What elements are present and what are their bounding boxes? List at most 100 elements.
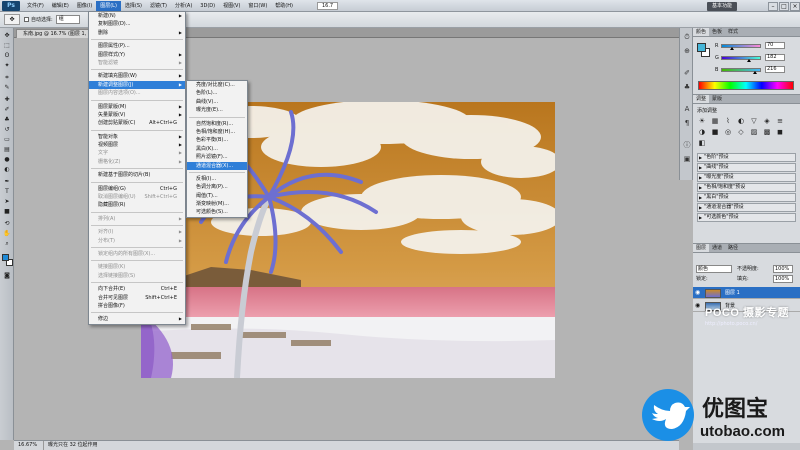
- move-tool-preset-icon[interactable]: ✥: [4, 14, 20, 25]
- navigator-panel-icon[interactable]: ⊕: [682, 46, 692, 56]
- eyedropper-tool-icon[interactable]: ✎: [2, 84, 12, 92]
- tab-masks[interactable]: 蒙版: [709, 95, 725, 103]
- adjustment-type-icon[interactable]: ☀: [697, 117, 707, 125]
- marquee-tool-icon[interactable]: ⬚: [2, 42, 12, 50]
- color-panel-foreground-swatch[interactable]: [697, 43, 706, 52]
- adjustment-menu-item[interactable]: 亮度/对比度(C)...: [187, 81, 247, 89]
- path-selection-tool-icon[interactable]: ➤: [2, 198, 12, 206]
- adjustment-type-icon[interactable]: ◐: [736, 117, 746, 125]
- red-slider-thumb[interactable]: [729, 47, 734, 50]
- adjustment-preset-item[interactable]: "色阶"预设: [697, 153, 796, 162]
- eraser-tool-icon[interactable]: ▭: [2, 136, 12, 144]
- gradient-tool-icon[interactable]: ▤: [2, 146, 12, 154]
- layer-menu-item[interactable]: 新建基于图层的切片(B): [89, 171, 185, 179]
- move-tool-icon[interactable]: ✥: [2, 32, 12, 40]
- menu-layer[interactable]: 图层(L): [96, 0, 121, 11]
- auto-select-checkbox[interactable]: [24, 17, 29, 22]
- history-panel-icon[interactable]: ⏱: [682, 32, 692, 42]
- dodge-tool-icon[interactable]: ◐: [2, 166, 12, 174]
- adjustment-menu-item[interactable]: 可选颜色(S)...: [187, 208, 247, 216]
- layer-menu-item[interactable]: 视频图层 ▶: [89, 141, 185, 149]
- workspace-button[interactable]: 基本功能: [706, 1, 737, 11]
- layer-menu-item[interactable]: 拼合图像(F): [89, 302, 185, 310]
- healing-brush-tool-icon[interactable]: ✚: [2, 96, 12, 104]
- layer-menu-item[interactable]: 创建剪贴蒙版(C) Alt+Ctrl+G: [89, 119, 185, 127]
- brush-tool-icon[interactable]: ✐: [2, 106, 12, 114]
- layer-menu-item[interactable]: 栅格化(Z) ▶: [89, 158, 185, 166]
- adjustment-preset-item[interactable]: "可选颜色"预设: [697, 213, 796, 222]
- clone-stamp-tool-icon[interactable]: ♣: [2, 116, 12, 124]
- red-slider[interactable]: [721, 44, 761, 48]
- layer-name[interactable]: 图层 1: [725, 287, 740, 299]
- tab-swatches[interactable]: 色板: [709, 28, 725, 36]
- tab-layers[interactable]: 图层: [693, 244, 710, 252]
- layer-menu-item[interactable]: 智能对象 ▶: [89, 133, 185, 141]
- fill-field[interactable]: 100%: [773, 275, 793, 283]
- pen-tool-icon[interactable]: ✒: [2, 178, 12, 186]
- adjustment-preset-item[interactable]: "通道混合器"预设: [697, 203, 796, 212]
- adjustment-menu-item[interactable]: 色阶(L)...: [187, 89, 247, 97]
- adjustment-type-icon[interactable]: ■: [710, 128, 720, 136]
- adjustment-preset-item[interactable]: "曝光度"预设: [697, 173, 796, 182]
- magic-wand-tool-icon[interactable]: ✦: [2, 62, 12, 70]
- layer-menu-item[interactable]: 图层内容选项(O)...: [89, 89, 185, 97]
- menu-3d[interactable]: 3D(D): [196, 1, 219, 11]
- layer-menu-item[interactable]: 图层编组(G) Ctrl+G: [89, 185, 185, 193]
- layer-menu-item[interactable]: 修边 ▶: [89, 315, 185, 323]
- adjustment-menu-item[interactable]: 阈值(T)...: [187, 192, 247, 200]
- adjustment-menu-item[interactable]: 自然饱和度(R)...: [187, 120, 247, 128]
- layer-menu-item[interactable]: 智能滤镜 ▶: [89, 59, 185, 67]
- adjustment-type-icon[interactable]: ▩: [762, 128, 772, 136]
- menu-window[interactable]: 窗口(W): [244, 1, 271, 11]
- adjustment-preset-item[interactable]: "曲线"预设: [697, 163, 796, 172]
- layer-menu-item[interactable]: 新建调整图层(J) ▶: [89, 80, 185, 90]
- layer-menu-item[interactable]: 矢量蒙版(V) ▶: [89, 111, 185, 119]
- clone-source-panel-icon[interactable]: ♣: [682, 82, 692, 92]
- layer-menu-item[interactable]: 选择链接图层(S): [89, 272, 185, 280]
- layer-menu-item[interactable]: 链接图层(K): [89, 263, 185, 271]
- menu-image[interactable]: 图像(I): [73, 1, 96, 11]
- layer-menu-item[interactable]: 图层属性(P)...: [89, 42, 185, 50]
- layer-menu-item[interactable]: 向下合并(E) Ctrl+E: [89, 285, 185, 293]
- history-brush-tool-icon[interactable]: ↺: [2, 126, 12, 134]
- layer-menu-item[interactable]: 图层蒙版(M) ▶: [89, 103, 185, 111]
- adjustment-type-icon[interactable]: ▨: [749, 128, 759, 136]
- adjustment-type-icon[interactable]: ▽: [749, 117, 759, 125]
- adjustment-type-icon[interactable]: ≡: [775, 117, 785, 125]
- blend-mode-dropdown[interactable]: 颜色: [696, 265, 732, 273]
- blue-slider-thumb[interactable]: [753, 71, 757, 74]
- layer-menu-item[interactable]: 对齐(I) ▶: [89, 228, 185, 236]
- adjustment-type-icon[interactable]: ◼: [775, 128, 785, 136]
- menu-select[interactable]: 选择(S): [121, 1, 146, 11]
- adjustment-menu-item[interactable]: 黑白(K)...: [187, 145, 247, 153]
- character-panel-icon[interactable]: A: [682, 104, 692, 114]
- tab-channels[interactable]: 通道: [709, 244, 725, 252]
- adjustment-type-icon[interactable]: ◑: [697, 128, 707, 136]
- visibility-eye-icon[interactable]: ◉: [695, 289, 700, 296]
- quick-mask-icon[interactable]: ◙: [2, 272, 12, 280]
- menu-view[interactable]: 视图(V): [219, 1, 244, 11]
- layer-menu-item[interactable]: 锁定组内的所有图层(X)...: [89, 250, 185, 258]
- layer-menu-item[interactable]: 排列(A) ▶: [89, 215, 185, 223]
- tab-adjustments[interactable]: 调整: [693, 95, 710, 103]
- type-tool-icon[interactable]: T: [2, 188, 12, 196]
- adjustment-menu-item[interactable]: 照片滤镜(F)...: [187, 153, 247, 161]
- status-zoom-field[interactable]: 16.67%: [14, 441, 44, 450]
- opacity-field[interactable]: 100%: [773, 265, 793, 273]
- maximize-icon[interactable]: □: [779, 1, 789, 11]
- adjustment-type-icon[interactable]: ⌇: [723, 117, 733, 125]
- adjustment-menu-item[interactable]: 通道混合器(X)...: [187, 161, 247, 170]
- red-value-field[interactable]: 70: [765, 42, 785, 49]
- menu-filter[interactable]: 滤镜(T): [146, 1, 171, 11]
- 3d-rotate-tool-icon[interactable]: ⟲: [2, 220, 12, 228]
- info-panel-icon[interactable]: ⓘ: [682, 140, 692, 150]
- brush-panel-icon[interactable]: ✐: [682, 68, 692, 78]
- zoom-level-readout[interactable]: 16.7: [316, 1, 339, 10]
- foreground-color-swatch[interactable]: [2, 254, 9, 261]
- adjustment-type-icon[interactable]: ◎: [723, 128, 733, 136]
- close-icon[interactable]: ×: [790, 1, 800, 11]
- auto-select-dropdown[interactable]: 组: [55, 15, 80, 24]
- adjustment-preset-item[interactable]: "黑白"预设: [697, 193, 796, 202]
- layer-menu-item[interactable]: 新建填充图层(W) ▶: [89, 72, 185, 80]
- adjustment-type-icon[interactable]: ▦: [710, 117, 720, 125]
